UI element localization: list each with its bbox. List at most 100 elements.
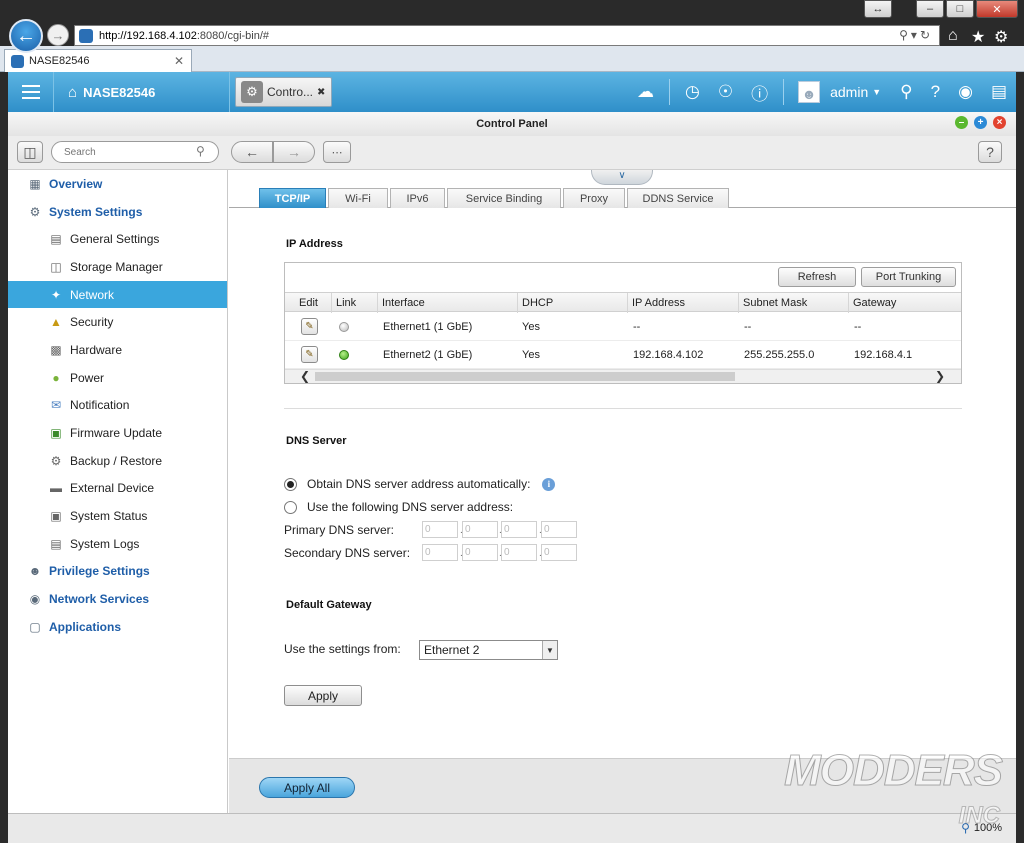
toolbar-forward-button[interactable]: → — [273, 141, 315, 163]
sidebar-item-network[interactable]: ✦ Network — [8, 280, 227, 309]
port-trunking-button[interactable]: Port Trunking — [861, 267, 956, 287]
apps-grid-button[interactable]: ⋯ — [323, 141, 351, 163]
settings-gear-icon[interactable]: ⚙ — [994, 27, 1008, 47]
edit-pencil-icon[interactable]: ✎ — [301, 346, 318, 363]
gear-icon: ⚙ — [29, 204, 41, 219]
info-circle-icon[interactable]: ⓘ — [751, 80, 768, 105]
apply-button[interactable]: Apply — [284, 685, 362, 706]
sidebar-item-applications[interactable]: ▢ Applications — [8, 613, 227, 641]
cloud-icon[interactable]: ☁ — [637, 82, 654, 102]
address-bar[interactable]: http://192.168.4.102:8080/cgi-bin/# ⚲▾↻ — [74, 25, 940, 46]
background-task-clock-icon[interactable]: ◷ — [685, 82, 700, 102]
tab-ddns-service[interactable]: DDNS Service — [627, 188, 729, 208]
search-icon[interactable]: ⚲ — [196, 144, 205, 158]
sidebar-item-storage-manager[interactable]: ◫ Storage Manager — [8, 253, 227, 281]
tab-wi-fi[interactable]: Wi-Fi — [328, 188, 388, 208]
maximize-dot-icon[interactable]: + — [974, 116, 987, 129]
horizontal-scrollbar[interactable]: ❮ ❯ — [285, 369, 961, 383]
chevron-down-icon[interactable]: ▼ — [542, 641, 557, 659]
window-frame-right — [1016, 72, 1024, 843]
tab-tcp-ip[interactable]: TCP/IP — [259, 188, 326, 208]
dns-manual-option[interactable]: Use the following DNS server address: — [284, 500, 513, 514]
tab-proxy[interactable]: Proxy — [563, 188, 625, 208]
sidebar-item-system-status[interactable]: ▣ System Status — [8, 502, 227, 530]
tab-service-binding[interactable]: Service Binding — [447, 188, 561, 208]
secondary-dns-octet-3[interactable]: 0 — [501, 544, 537, 561]
sidebar-item-notification[interactable]: ✉ Notification — [8, 392, 227, 420]
edit-pencil-icon[interactable]: ✎ — [301, 318, 318, 335]
sidebar-item-overview[interactable]: ▦ Overview — [8, 170, 227, 198]
close-icon[interactable]: ✕ — [976, 0, 1018, 18]
info-icon[interactable]: i — [542, 477, 556, 491]
scroll-right-icon[interactable]: ❯ — [935, 369, 945, 383]
sidebar-item-external-device[interactable]: ▬ External Device — [8, 475, 227, 503]
forward-button[interactable]: → — [47, 24, 69, 46]
maximize-icon[interactable]: □ — [946, 0, 974, 18]
favorites-star-icon[interactable]: ★ — [971, 27, 985, 47]
home-icon[interactable]: ⌂ — [948, 27, 958, 45]
external-device-icon[interactable]: ☉ — [718, 82, 733, 102]
column-header[interactable]: Interface — [378, 293, 518, 313]
refresh-button[interactable]: Refresh — [778, 267, 856, 287]
search-input[interactable] — [51, 141, 219, 163]
sidebar-toggle-button[interactable]: ◫ — [17, 141, 43, 163]
collapse-toggle[interactable]: ∨ — [591, 170, 653, 185]
sidebar-item-security[interactable]: ▲ Security — [8, 308, 227, 336]
sidebar-item-hardware[interactable]: ▩ Hardware — [8, 336, 227, 364]
secondary-dns-octet-2[interactable]: 0 — [462, 544, 498, 561]
gateway-source-select[interactable]: Ethernet 2 ▼ — [419, 640, 558, 660]
primary-dns-octet-2[interactable]: 0 — [462, 521, 498, 538]
sidebar-item-system-settings[interactable]: ⚙ System Settings — [8, 198, 227, 226]
primary-dns-octet-4[interactable]: 0 — [541, 521, 577, 538]
dns-manual-radio[interactable] — [284, 500, 297, 514]
column-header[interactable]: Gateway — [849, 293, 961, 313]
help-icon[interactable]: ? — [931, 82, 940, 102]
dns-auto-radio[interactable] — [284, 477, 297, 491]
sidebar-item-network-services[interactable]: ◉ Network Services — [8, 585, 227, 613]
tab-ipv6[interactable]: IPv6 — [390, 188, 445, 208]
secondary-dns-octet-1[interactable]: 0 — [422, 544, 458, 561]
dns-auto-option[interactable]: Obtain DNS server address automatically:… — [284, 477, 556, 491]
primary-dns-octet-3[interactable]: 0 — [501, 521, 537, 538]
browser-tab[interactable]: NASE82546 ✕ — [4, 49, 192, 72]
column-header[interactable]: IP Address — [628, 293, 739, 313]
back-button[interactable]: ← — [9, 19, 43, 53]
scrollbar-thumb[interactable] — [315, 372, 735, 381]
dns-auto-label: Obtain DNS server address automatically: — [307, 477, 531, 491]
menu-hamburger-icon[interactable] — [8, 72, 54, 112]
minimize-dot-icon[interactable]: – — [955, 116, 968, 129]
zoom-control[interactable]: ⚲ 100% — [961, 821, 1002, 835]
apply-all-button[interactable]: Apply All — [259, 777, 355, 798]
avatar[interactable]: ☻ — [798, 81, 821, 103]
app-tab-close-icon[interactable]: ✖ — [317, 87, 325, 98]
toolbar-back-button[interactable]: ← — [231, 141, 273, 163]
search-refresh-icon[interactable]: ⚲▾↻ — [899, 28, 933, 42]
column-header[interactable]: Subnet Mask — [739, 293, 849, 313]
scroll-left-icon[interactable]: ❮ — [300, 369, 310, 383]
sidebar-item-general-settings[interactable]: ▤ General Settings — [8, 225, 227, 253]
secondary-dns-octet-4[interactable]: 0 — [541, 544, 577, 561]
table-row[interactable]: ✎ Ethernet2 (1 GbE) Yes 192.168.4.102 25… — [285, 341, 961, 369]
link-status-on-icon — [339, 350, 349, 360]
minimize-icon[interactable]: – — [916, 0, 944, 18]
table-row[interactable]: ✎ Ethernet1 (1 GbE) Yes -- -- -- — [285, 313, 961, 341]
chevron-down-icon[interactable]: ▼ — [872, 87, 881, 97]
dashboard-monitor-icon[interactable]: ▤ — [991, 82, 1007, 102]
primary-dns-octet-1[interactable]: 0 — [422, 521, 458, 538]
column-header[interactable]: DHCP — [518, 293, 628, 313]
close-dot-icon[interactable]: × — [993, 116, 1006, 129]
sidebar-item-power[interactable]: ● Power — [8, 364, 227, 392]
sidebar-item-backup-restore[interactable]: ⚙ Backup / Restore — [8, 447, 227, 475]
gateway-selected-value: Ethernet 2 — [424, 643, 480, 657]
app-tab-control-panel[interactable]: ⚙ Contro... ✖ — [235, 77, 332, 107]
sidebar-item-firmware-update[interactable]: ▣ Firmware Update — [8, 419, 227, 447]
search-icon[interactable]: ⚲ — [900, 82, 912, 102]
sidebar-item-system-logs[interactable]: ▤ System Logs — [8, 530, 227, 558]
user-name[interactable]: admin — [830, 84, 868, 100]
home-link[interactable]: ⌂ NASE82546 — [54, 72, 230, 112]
tab-close-icon[interactable]: ✕ — [174, 54, 184, 68]
sidebar-item-privilege-settings[interactable]: ☻ Privilege Settings — [8, 558, 227, 586]
language-globe-icon[interactable]: ◉ — [958, 82, 973, 102]
help-button[interactable]: ? — [978, 141, 1002, 163]
resize-icon[interactable]: ↔ — [864, 0, 892, 18]
